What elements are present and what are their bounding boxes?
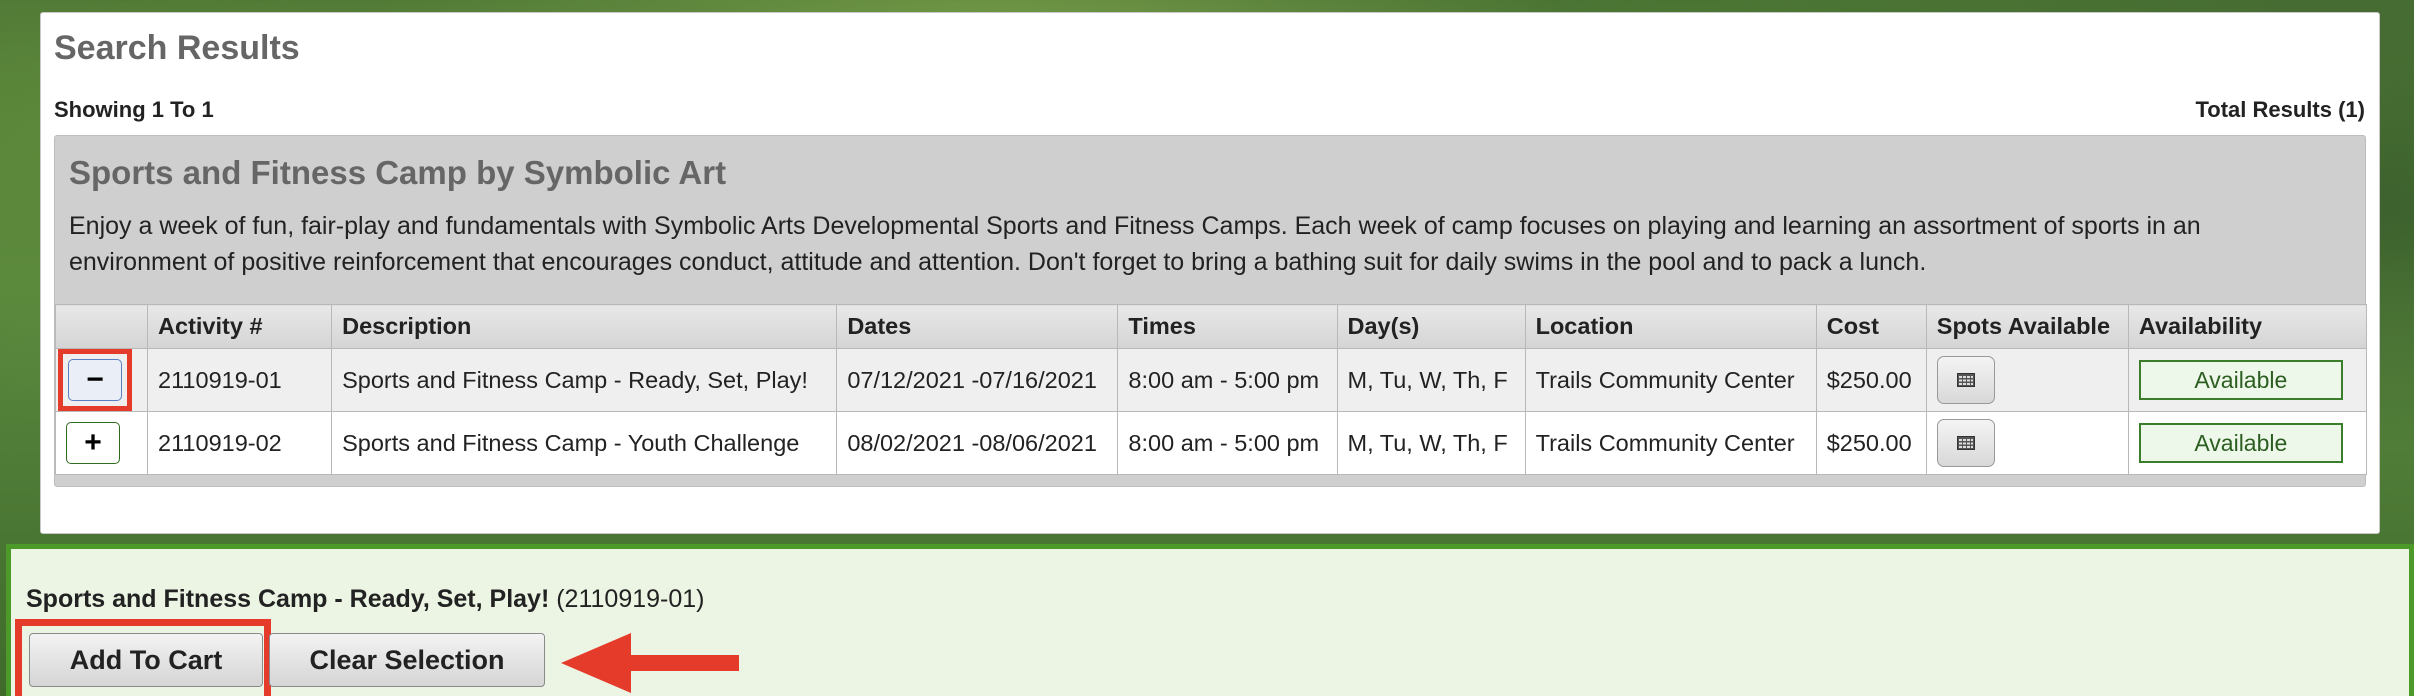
activity-location: Trails Community Center <box>1524 348 1817 412</box>
activity-times: 8:00 am - 5:00 pm <box>1117 348 1338 412</box>
selected-activity-code: (2110919-01) <box>556 585 705 613</box>
program-description: Enjoy a week of fun, fair-play and funda… <box>69 212 2201 276</box>
activity-days: M, Tu, W, Th, F <box>1336 411 1526 475</box>
deselect-button[interactable]: − <box>68 359 122 401</box>
availability-status: Available <box>2138 360 2343 400</box>
header-select <box>54 304 149 349</box>
table-row: + 2110919-02 Sports and Fitness Camp - Y… <box>54 411 2368 475</box>
header-spots: Spots Available <box>1925 304 2129 349</box>
activity-cost: $250.00 <box>1815 411 1927 475</box>
header-times: Times <box>1117 304 1338 349</box>
header-description: Description <box>331 304 838 349</box>
search-results-panel: Search Results Showing 1 To 1 Total Resu… <box>40 12 2380 534</box>
program-card: Sports and Fitness Camp by Symbolic Art … <box>54 135 2368 487</box>
selected-activity: Sports and Fitness Camp - Ready, Set, Pl… <box>26 585 705 614</box>
table-row: − 2110919-01 Sports and Fitness Camp - R… <box>54 348 2368 412</box>
activity-description: Sports and Fitness Camp - Youth Challeng… <box>331 411 838 475</box>
activities-table: Activity # Description Dates Times Day(s… <box>54 304 2368 475</box>
pointer-arrow-icon <box>561 633 739 693</box>
highlight-outline: − <box>58 349 132 411</box>
select-cell: − <box>54 348 149 412</box>
spots-cell <box>1925 411 2129 475</box>
spots-available-button[interactable] <box>1936 356 1995 404</box>
spots-cell <box>1925 348 2129 412</box>
calendar-grid-icon <box>1956 373 1975 387</box>
table-header-row: Activity # Description Dates Times Day(s… <box>54 304 2368 349</box>
activity-dates: 08/02/2021 -08/06/2021 <box>836 411 1119 475</box>
header-days: Day(s) <box>1336 304 1526 349</box>
header-dates: Dates <box>836 304 1119 349</box>
activity-number: 2110919-01 <box>147 348 333 412</box>
activity-dates: 07/12/2021 -07/16/2021 <box>836 348 1119 412</box>
activity-number: 2110919-02 <box>147 411 333 475</box>
activity-location: Trails Community Center <box>1524 411 1817 475</box>
calendar-grid-icon <box>1956 436 1975 450</box>
showing-range: Showing 1 To 1 <box>54 97 214 122</box>
add-to-cart-button[interactable]: Add To Cart <box>29 633 263 687</box>
header-cost: Cost <box>1815 304 1927 349</box>
select-button[interactable]: + <box>66 422 120 464</box>
availability-cell: Available <box>2127 348 2368 412</box>
activity-days: M, Tu, W, Th, F <box>1336 348 1526 412</box>
header-activity: Activity # <box>147 304 333 349</box>
availability-cell: Available <box>2127 411 2368 475</box>
page-title: Search Results <box>54 29 300 67</box>
total-results: Total Results (1) <box>2195 97 2365 122</box>
activity-cost: $250.00 <box>1815 348 1927 412</box>
selected-activity-name: Sports and Fitness Camp - Ready, Set, Pl… <box>26 585 550 613</box>
spots-available-button[interactable] <box>1936 419 1995 467</box>
clear-selection-button[interactable]: Clear Selection <box>269 633 545 687</box>
select-cell: + <box>54 411 149 475</box>
activity-times: 8:00 am - 5:00 pm <box>1117 411 1338 475</box>
header-location: Location <box>1524 304 1817 349</box>
header-availability: Availability <box>2127 304 2368 349</box>
program-title: Sports and Fitness Camp by Symbolic Art <box>69 154 727 191</box>
activity-description: Sports and Fitness Camp - Ready, Set, Pl… <box>331 348 838 412</box>
selection-panel: Sports and Fitness Camp - Ready, Set, Pl… <box>6 544 2414 696</box>
availability-status: Available <box>2138 423 2343 463</box>
